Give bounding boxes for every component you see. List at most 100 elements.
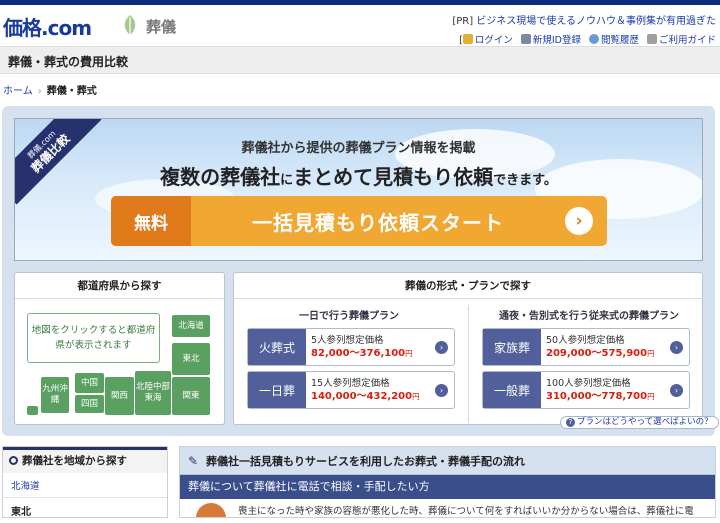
- plan-price: 140,000〜432,200円: [311, 390, 435, 403]
- hero-line2-part1: 複数の葬儀社: [160, 165, 281, 189]
- breadcrumb-home[interactable]: ホーム: [3, 86, 33, 97]
- register-label: 新規ID登録: [532, 35, 581, 46]
- id-card-icon: [520, 34, 531, 44]
- history-icon: [588, 34, 599, 44]
- plan-people: 5人参列想定価格: [311, 335, 384, 346]
- chevron-right-icon: ›: [670, 340, 683, 354]
- plan-box: 葬儀の形式・プランで探す 一日で行う葬儀プラン 通夜・告別式を行う従来式の葬儀プ…: [233, 272, 703, 425]
- plan-box-title: 葬儀の形式・プランで探す: [234, 273, 702, 299]
- plan-people: 50人参列想定価格: [546, 335, 625, 346]
- guide-icon: [646, 34, 657, 44]
- plan-ippanso[interactable]: 一般葬 100人参列想定価格 310,000〜778,700円 ›: [482, 371, 690, 409]
- kakaku-logo[interactable]: 価格.com: [3, 12, 92, 41]
- flow-title-text: 葬儀社一括見積もりサービスを利用したお葬式・葬儀手配の流れ: [206, 454, 525, 468]
- pr-tag: [PR]: [452, 16, 474, 27]
- plan-name: 一日葬: [248, 372, 306, 408]
- plan-price-unit: 円: [412, 392, 420, 401]
- region-tohoku[interactable]: 東北: [172, 343, 210, 375]
- history-link[interactable]: 閲覧履歴: [588, 32, 639, 46]
- one-day-plan-title: 一日で行う葬儀プラン: [299, 311, 399, 322]
- traditional-plan-title: 通夜・告別式を行う従来式の葬儀プラン: [499, 311, 679, 322]
- guide-label: ご利用ガイド: [658, 35, 716, 46]
- prefecture-box-title: 都道府県から探す: [15, 273, 224, 299]
- page-title-bar: 葬儀・葬式の費用比較: [0, 46, 720, 74]
- flow-title: ✎ 葬儀社一括見積もりサービスを利用したお葬式・葬儀手配の流れ: [180, 447, 715, 475]
- sidebar-region: 葬儀社を地域から探す 北海道 東北: [2, 446, 168, 518]
- plan-help-link[interactable]: ? プランはどうやって選べばよいの？: [560, 416, 719, 429]
- pr-text: ビジネス現場で使えるノウハウ＆事例集が有用過ぎた: [476, 16, 716, 27]
- plan-price-value: 310,000〜778,700: [546, 391, 648, 402]
- plan-kasoshiki[interactable]: 火葬式 5人参列想定価格 82,000〜376,100円 ›: [247, 328, 455, 366]
- key-icon: [462, 34, 473, 44]
- plan-name: 家族葬: [483, 329, 541, 365]
- chevron-right-icon: ›: [435, 340, 448, 354]
- login-label: ログイン: [474, 35, 513, 46]
- plan-info: 5人参列想定価格 82,000〜376,100円: [306, 334, 435, 360]
- circle-icon: [9, 456, 18, 465]
- plan-name: 火葬式: [248, 329, 306, 365]
- flow-body-text: 喪主になった時や家族の容態が悪化した時、葬儀について何をすればいいか分からない場…: [238, 506, 694, 517]
- sidebar-item-hokkaido[interactable]: 北海道: [3, 473, 167, 498]
- sidebar-title-text: 葬儀社を地域から探す: [22, 455, 127, 467]
- estimate-start-button[interactable]: 無料 一括見積もり依頼スタート ›: [111, 196, 607, 246]
- question-icon: ?: [566, 418, 575, 427]
- plan-price-unit: 円: [405, 349, 413, 358]
- breadcrumb-current: 葬儀・葬式: [46, 86, 97, 97]
- region-kyushu-okinawa[interactable]: 九州沖縄: [41, 377, 69, 413]
- map-note: 地図をクリックすると都道府県が表示されます: [27, 313, 160, 363]
- top-bar: [0, 0, 720, 5]
- region-shikoku[interactable]: 四国: [75, 395, 104, 413]
- page-title: 葬儀・葬式の費用比較: [8, 55, 129, 69]
- region-kansai[interactable]: 関西: [105, 377, 134, 415]
- plan-help-text: プランはどうやって選べばよいの？: [577, 417, 713, 427]
- plan-price-unit: 円: [647, 392, 655, 401]
- chevron-right-icon: ›: [435, 383, 448, 397]
- region-kanto[interactable]: 関東: [172, 377, 210, 415]
- plan-info: 50人参列想定価格 209,000〜575,900円: [541, 334, 670, 360]
- chevron-right-icon: ›: [37, 86, 42, 97]
- register-link[interactable]: 新規ID登録: [520, 32, 581, 46]
- plan-info: 15人参列想定価格 140,000〜432,200円: [306, 377, 435, 403]
- region-hokuriku-chubu-tokai[interactable]: 北陸中部東海: [135, 371, 171, 415]
- sidebar-title: 葬儀社を地域から探す: [3, 447, 167, 473]
- region-chugoku[interactable]: 中国: [75, 373, 104, 393]
- avatar: [196, 503, 226, 517]
- region-hokkaido[interactable]: 北海道: [172, 315, 210, 337]
- cta-text: 一括見積もり依頼スタート: [252, 210, 504, 235]
- hero-banner: 葬儀.com 葬儀比較 葬儀社から提供の葬儀プラン情報を掲載 複数の葬儀社にまとめ…: [14, 118, 703, 261]
- plan-price-unit: 円: [647, 349, 655, 358]
- free-label: 無料: [111, 196, 191, 246]
- leaf-icon: [124, 15, 136, 35]
- plan-price-value: 209,000〜575,900: [546, 348, 648, 359]
- arrow-right-icon: ›: [565, 207, 593, 235]
- plan-price-value: 140,000〜432,200: [311, 391, 413, 402]
- flow-body: 喪主になった時や家族の容態が悪化した時、葬儀について何をすればいいか分からない場…: [180, 499, 715, 517]
- plan-info: 100人参列想定価格 310,000〜778,700円: [541, 377, 670, 403]
- history-label: 閲覧履歴: [600, 35, 639, 46]
- logo-dot-text: .com: [41, 16, 92, 40]
- plan-kazokuso[interactable]: 家族葬 50人参列想定価格 209,000〜575,900円 ›: [482, 328, 690, 366]
- plan-price-value: 82,000〜376,100: [311, 348, 406, 359]
- section-logo-text[interactable]: 葬儀: [146, 16, 176, 37]
- breadcrumb: ホーム › 葬儀・葬式: [3, 82, 97, 97]
- logo-main-text: 価格: [3, 16, 42, 40]
- chevron-right-icon: ›: [670, 383, 683, 397]
- pen-icon: ✎: [188, 453, 199, 468]
- hero-line1: 葬儀社から提供の葬儀プラン情報を掲載: [241, 141, 476, 156]
- login-link[interactable]: [ログイン: [459, 32, 513, 46]
- plan-people: 100人参列想定価格: [546, 378, 631, 389]
- user-toolbar: [ログイン 新規ID登録 閲覧履歴 ご利用ガイド: [459, 32, 716, 46]
- hero-line2-part4: できます。: [493, 173, 557, 188]
- hero-line2-part3: まとめて見積もり依頼: [293, 165, 494, 189]
- plan-ichinichiso[interactable]: 一日葬 15人参列想定価格 140,000〜432,200円 ›: [247, 371, 455, 409]
- plan-price: 82,000〜376,100円: [311, 347, 435, 360]
- plan-people: 15人参列想定価格: [311, 378, 390, 389]
- column-divider: [468, 305, 469, 423]
- plan-price: 310,000〜778,700円: [546, 390, 670, 403]
- pr-link[interactable]: [PR] ビジネス現場で使えるノウハウ＆事例集が有用過ぎた: [452, 12, 716, 27]
- sidebar-item-tohoku[interactable]: 東北: [3, 498, 167, 523]
- hero-line2-part2: に: [280, 173, 294, 188]
- guide-link[interactable]: ご利用ガイド: [646, 32, 716, 46]
- region-okinawa-island[interactable]: [27, 406, 38, 415]
- prefecture-box: 都道府県から探す 地図をクリックすると都道府県が表示されます 北海道 東北 関東…: [14, 272, 225, 425]
